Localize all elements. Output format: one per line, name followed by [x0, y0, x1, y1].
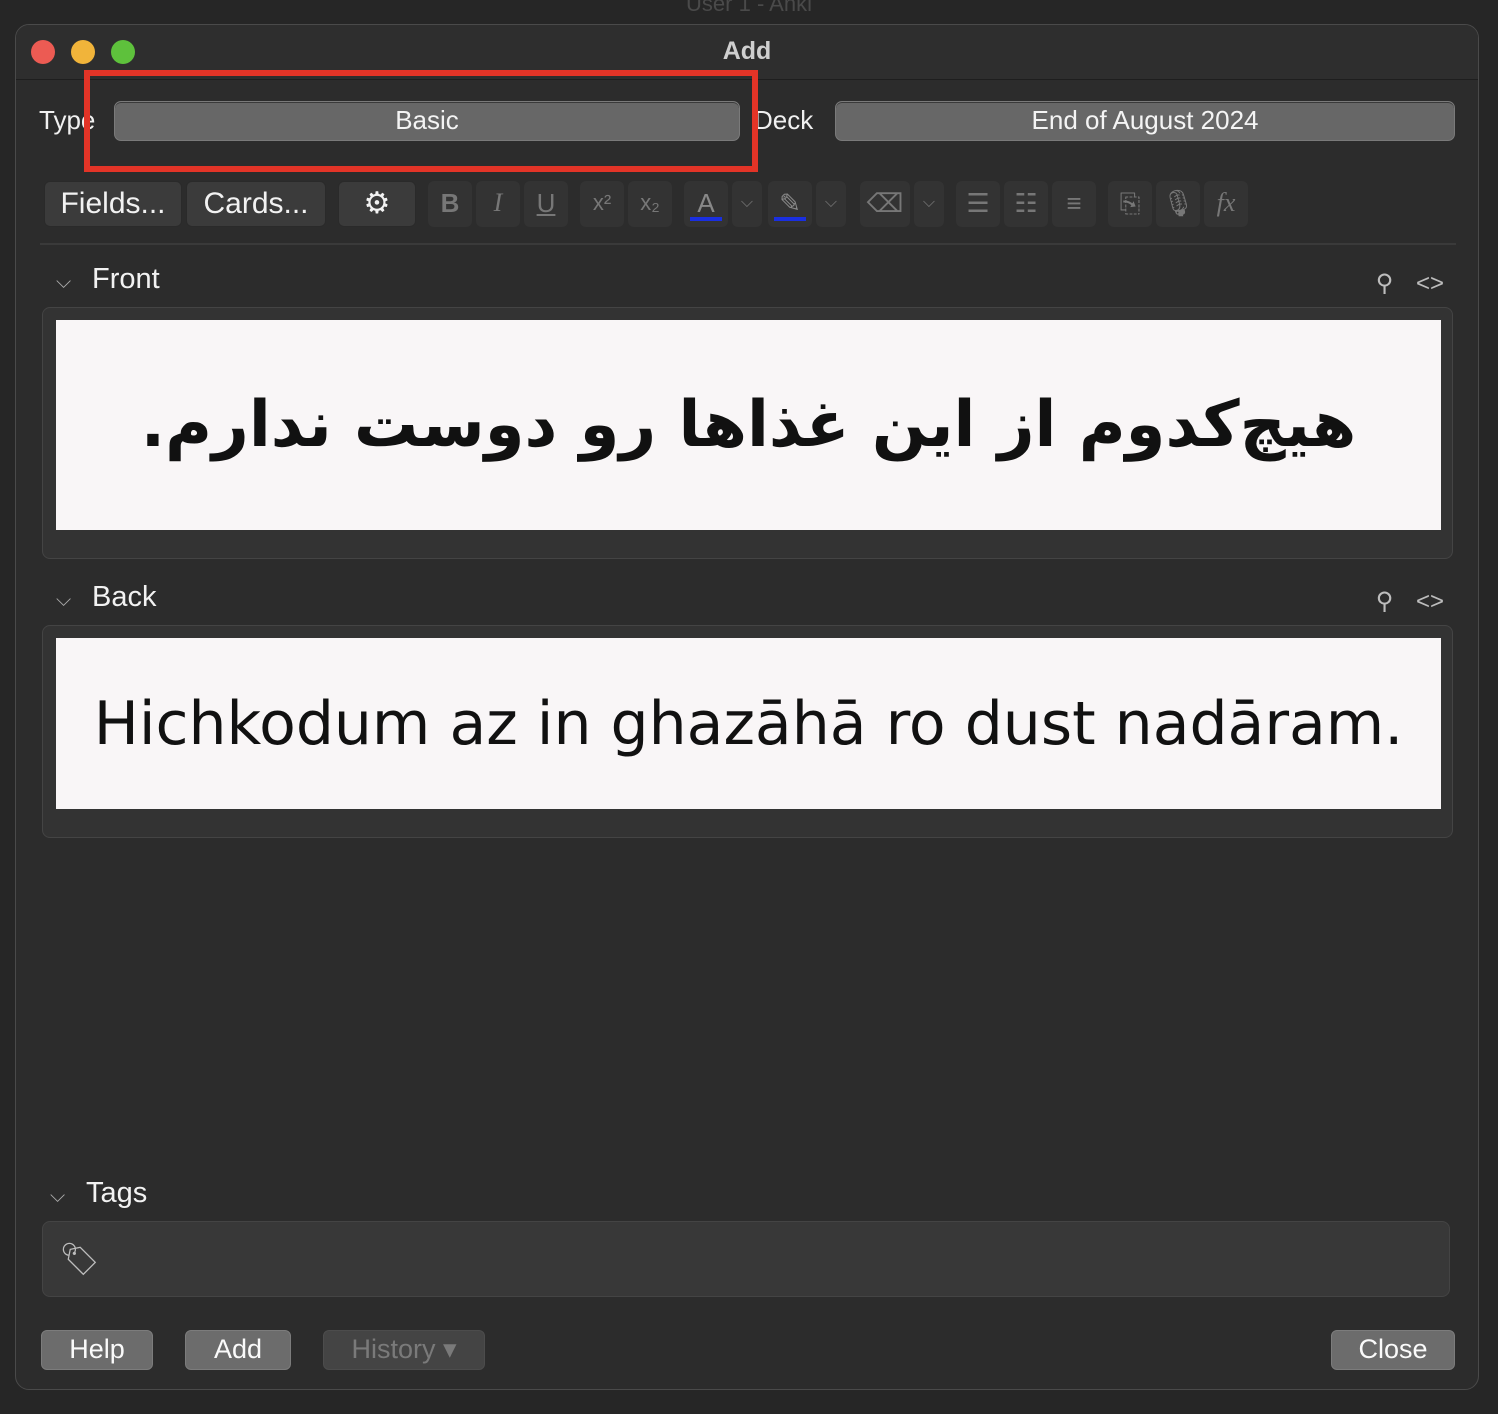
highlight-color-swatch [774, 217, 806, 221]
back-field-tools: ⚲ <> [1376, 587, 1444, 616]
front-field-box: هیچ‌کدوم از این غذاها رو دوست ندارم. [42, 307, 1453, 559]
add-note-window: Add Type Basic Deck End of August 2024 F… [15, 24, 1479, 1390]
history-button[interactable]: History ▾ [323, 1330, 485, 1370]
pin-icon[interactable]: ⚲ [1376, 270, 1394, 297]
deck-selector[interactable]: End of August 2024 [835, 101, 1455, 141]
window-title: Add [722, 37, 772, 65]
bold-button[interactable]: B [428, 181, 472, 227]
text-color-button[interactable]: A [684, 181, 728, 227]
clear-formatting-button[interactable]: ⌫ [860, 181, 910, 227]
fields-button[interactable]: Fields... [44, 181, 182, 227]
back-field-editor[interactable]: Hichkodum az in ghazāhā ro dust nadāram. [56, 638, 1441, 809]
highlight-color-dropdown[interactable]: ⌵ [816, 181, 846, 227]
tags-header[interactable]: ⌵ Tags [50, 1177, 147, 1210]
microphone-icon: 🎙 [1161, 188, 1195, 218]
numbered-list-button[interactable]: ☷ [1004, 181, 1048, 227]
text-color-dropdown[interactable]: ⌵ [732, 181, 762, 227]
front-field-tools: ⚲ <> [1376, 269, 1444, 298]
subscript-button[interactable]: x₂ [628, 181, 672, 227]
options-button[interactable]: ⚙ [338, 181, 416, 227]
background-window-title: User 1 - Anki [686, 0, 812, 16]
text-color-swatch [690, 217, 722, 221]
attach-button[interactable]: ⎘ [1108, 181, 1152, 227]
back-field-label: Back [92, 581, 157, 613]
highlight-color-button[interactable]: ✎ [768, 181, 812, 227]
back-field-text: Hichkodum az in ghazāhā ro dust nadāram. [93, 688, 1404, 759]
add-button[interactable]: Add [185, 1330, 291, 1370]
bullet-list-icon: ☰ [966, 188, 990, 218]
gear-icon: ⚙ [363, 187, 391, 220]
deck-label: Deck [754, 105, 814, 135]
highlighter-icon: ✎ [779, 188, 801, 218]
function-icon: fx [1216, 188, 1236, 217]
eraser-icon: ⌫ [866, 188, 904, 218]
cards-button[interactable]: Cards... [186, 181, 326, 227]
toolbar-separator [40, 243, 1456, 245]
close-button[interactable]: Close [1331, 1330, 1455, 1370]
record-audio-button[interactable]: 🎙 [1156, 181, 1200, 227]
formatting-dropdown[interactable]: ⌵ [914, 181, 944, 227]
pin-icon[interactable]: ⚲ [1376, 588, 1394, 615]
front-field-text: هیچ‌کدوم از این غذاها رو دوست ندارم. [140, 388, 1357, 462]
text-color-icon: A [697, 188, 715, 218]
tags-label: Tags [86, 1177, 148, 1209]
superscript-button[interactable]: x² [580, 181, 624, 227]
front-field-header[interactable]: ⌵ Front [56, 263, 160, 296]
numbered-list-icon: ☷ [1014, 188, 1038, 218]
help-button[interactable]: Help [41, 1330, 153, 1370]
back-field-box: Hichkodum az in ghazāhā ro dust nadāram. [42, 625, 1453, 838]
chevron-down-icon[interactable]: ⌵ [50, 1185, 72, 1208]
paperclip-icon: ⎘ [1119, 188, 1141, 218]
underline-button[interactable]: U [524, 181, 568, 227]
tags-input[interactable]: 🏷 [42, 1221, 1450, 1297]
chevron-down-icon: ⌵ [922, 194, 936, 211]
chevron-down-icon: ⌵ [824, 194, 838, 211]
highlight-box [84, 70, 758, 172]
mathjax-button[interactable]: fx [1204, 181, 1248, 227]
chevron-down-icon[interactable]: ⌵ [56, 271, 78, 294]
italic-button[interactable]: I [476, 181, 520, 227]
bullet-list-button[interactable]: ☰ [956, 181, 1000, 227]
chevron-down-icon: ⌵ [740, 194, 754, 211]
back-field-header[interactable]: ⌵ Back [56, 581, 156, 614]
html-editor-icon[interactable]: <> [1416, 588, 1444, 615]
html-editor-icon[interactable]: <> [1416, 270, 1444, 297]
chevron-down-icon[interactable]: ⌵ [56, 589, 78, 612]
tag-icon: 🏷 [59, 1241, 100, 1277]
front-field-label: Front [92, 263, 160, 295]
front-field-editor[interactable]: هیچ‌کدوم از این غذاها رو دوست ندارم. [56, 320, 1441, 530]
align-button[interactable]: ≡ [1052, 181, 1096, 227]
align-icon: ≡ [1066, 188, 1082, 218]
